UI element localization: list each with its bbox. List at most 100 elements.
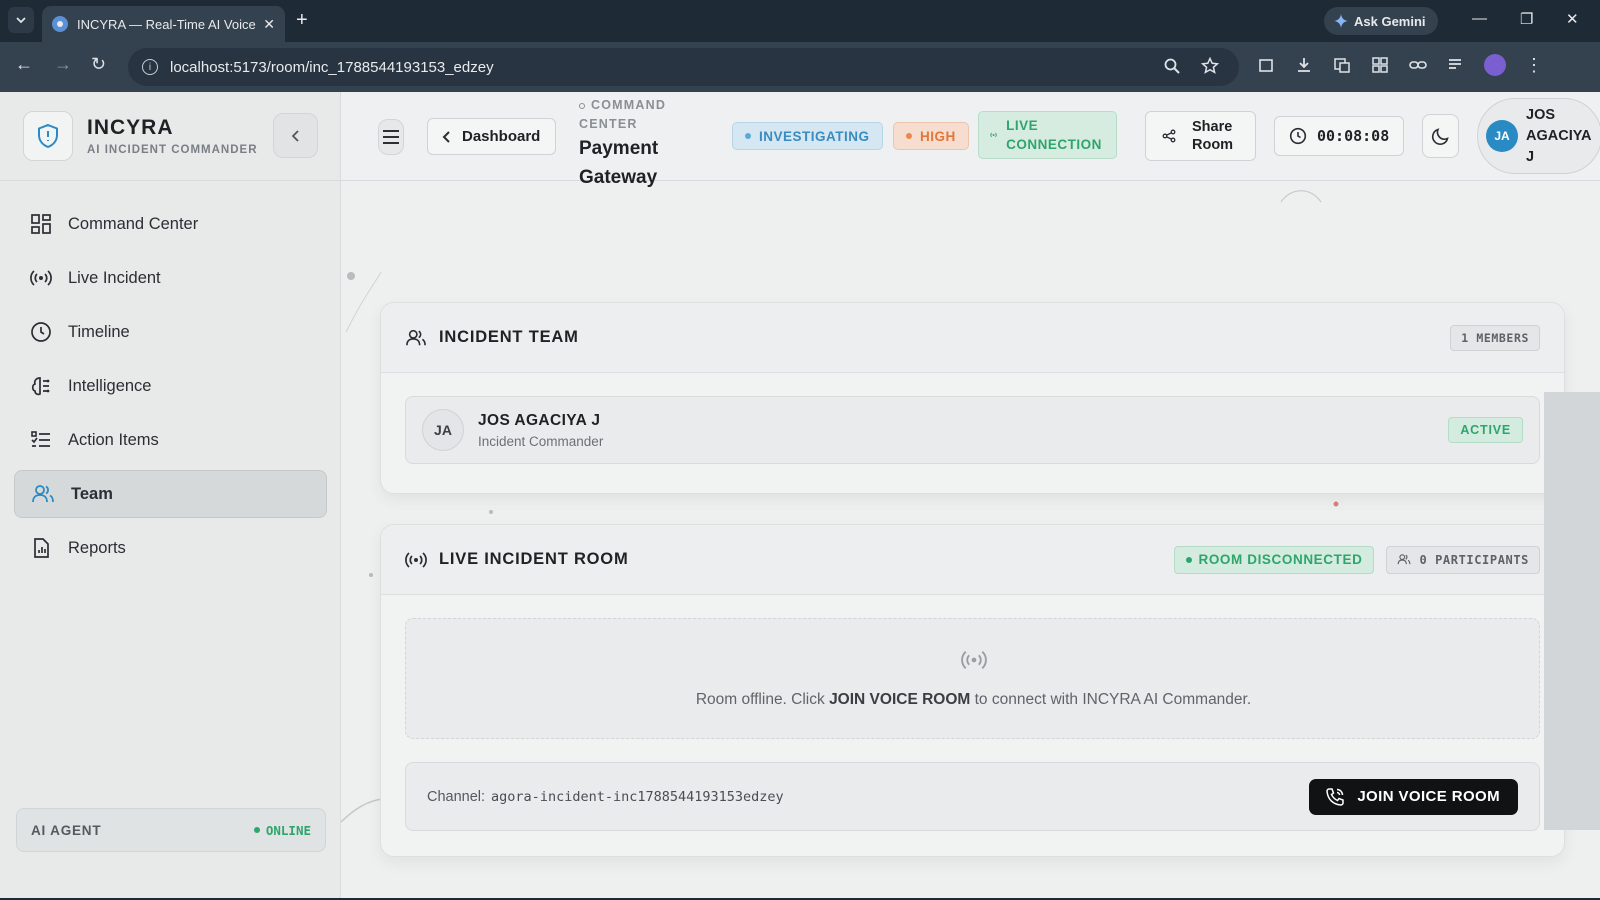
room-status-badge: ROOM DISCONNECTED [1174,545,1375,574]
checklist-icon [31,431,50,447]
close-tab-icon[interactable]: ✕ [263,16,275,33]
room-status-text: ROOM DISCONNECTED [1198,552,1363,567]
extensions-toolbar: ⋮ [1256,54,1544,76]
participants-badge: 0 PARTICIPANTS [1386,545,1540,574]
severity-pill: HIGH [893,122,969,150]
sidebar-item-team[interactable]: Team [14,470,327,518]
share-room-button[interactable]: Share Room [1145,111,1256,161]
join-voice-room-button[interactable]: JOIN VOICE ROOM [1309,778,1518,815]
participants-text: 0 PARTICIPANTS [1419,552,1529,567]
live-incident-room-card: LIVE INCIDENT ROOM ROOM DISCONNECTED 0 P… [380,524,1565,857]
apps-grid-icon[interactable] [1370,55,1390,75]
incident-team-header: INCIDENT TEAM 1 MEMBERS [381,303,1564,373]
gemini-sparkle-icon [1334,14,1348,28]
bookmark-star-icon[interactable] [1201,57,1219,75]
users-icon [1398,554,1411,565]
offline-suffix: to connect with INCYRA AI Commander. [970,691,1252,708]
forward-icon[interactable]: → [54,54,72,75]
app-root: INCYRA AI INCIDENT COMMANDER Command Cen… [0,92,1600,898]
download-icon[interactable] [1294,55,1314,75]
sidebar-item-label: Timeline [68,322,130,341]
member-role: Incident Commander [478,433,604,449]
brand-name: INCYRA [87,116,174,139]
broadcast-icon [990,132,997,138]
restore-icon[interactable]: ❐ [1520,10,1533,28]
user-menu[interactable]: JA JOS AGACIYA J [1477,98,1600,174]
channel-label: Channel: [427,788,486,805]
chevron-left-icon [442,130,450,143]
brand-header: INCYRA AI INCIDENT COMMANDER [0,92,341,181]
collapse-sidebar-button[interactable] [273,113,318,158]
theme-toggle-button[interactable] [1422,114,1459,158]
share-room-label: Share Room [1192,119,1234,153]
broadcast-icon [405,551,427,568]
clock-icon [31,322,51,342]
browser-tab-bar: INCYRA — Real-Time AI Voice I ✕ + Ask Ge… [0,0,1600,42]
zoom-icon[interactable] [1163,57,1181,75]
sidebar-item-label: Team [71,484,113,503]
main-content: INCIDENT TEAM 1 MEMBERS JA JOS AGACIYA J… [341,182,1600,898]
timer-value: 00:08:08 [1317,127,1390,145]
members-count-badge: 1 MEMBERS [1450,324,1540,351]
ai-agent-status-panel: AI AGENT ONLINE [16,808,326,852]
sidebar-item-intelligence[interactable]: Intelligence [14,362,327,410]
online-dot-icon [253,827,260,833]
status-dot-icon [745,133,751,139]
share-icon [1162,129,1176,143]
sidebar-item-reports[interactable]: Reports [14,524,327,572]
channel-value: agora-incident-inc1788544193153edzey [491,788,784,805]
dashboard-button[interactable]: Dashboard [427,118,556,155]
new-tab-button[interactable]: + [296,9,308,32]
live-incident-room-header: LIVE INCIDENT ROOM ROOM DISCONNECTED 0 P… [381,525,1564,595]
menu-button[interactable] [378,119,404,155]
member-info: JOS AGACIYA J Incident Commander [478,412,603,449]
site-info-icon[interactable]: i [142,59,158,75]
translate-icon[interactable] [1332,55,1352,75]
sidebar: INCYRA AI INCIDENT COMMANDER Command Cen… [0,92,341,898]
clock-icon [1289,127,1307,145]
media-queue-icon[interactable] [1446,55,1466,75]
broadcast-icon [961,651,987,669]
status-pill-investigating: INVESTIGATING [732,122,883,150]
incident-team-card: INCIDENT TEAM 1 MEMBERS JA JOS AGACIYA J… [380,302,1565,494]
right-side-panel-edge [1544,392,1600,830]
channel-row: Channel: agora-incident-inc1788544193153… [405,762,1540,831]
brand-subtitle: AI INCIDENT COMMANDER [87,144,258,156]
avatar: JA [422,409,464,451]
ai-agent-status: ONLINE [253,823,311,838]
tab-search-button[interactable] [8,7,34,33]
sidebar-item-label: Reports [68,538,126,557]
ask-gemini-button[interactable]: Ask Gemini [1324,7,1438,35]
list-item[interactable]: JA JOS AGACIYA J Incident Commander ACTI… [405,396,1540,464]
sidebar-item-live-incident[interactable]: Live Incident [14,254,327,302]
profile-avatar-icon[interactable] [1484,54,1506,76]
sidebar-item-timeline[interactable]: Timeline [14,308,327,356]
severity-dot-icon [906,133,912,139]
sidebar-item-command-center[interactable]: Command Center [14,200,327,248]
incident-timer: 00:08:08 [1274,116,1404,156]
ai-agent-label: AI AGENT [31,822,102,838]
section-label-text: COMMAND CENTER [579,98,667,131]
reload-icon[interactable]: ↻ [91,54,106,75]
section-label: COMMAND CENTER [579,96,699,134]
extensions-icon[interactable] [1256,55,1276,75]
more-menu-icon[interactable]: ⋮ [1524,55,1544,75]
back-icon[interactable]: ← [15,54,33,75]
status-dot-icon [579,102,585,109]
connection-label: LIVE CONNECTION [1006,118,1102,152]
room-offline-panel: Room offline. Click JOIN VOICE ROOM to c… [405,618,1540,739]
url-text[interactable]: localhost:5173/room/inc_1788544193153_ed… [170,59,494,76]
link-icon[interactable] [1408,55,1428,75]
status-label: INVESTIGATING [759,128,870,144]
sidebar-item-action-items[interactable]: Action Items [14,416,327,464]
favicon-icon [52,16,68,32]
phone-icon [1326,787,1345,806]
browser-tab[interactable]: INCYRA — Real-Time AI Voice I ✕ [42,6,285,42]
top-header: Dashboard COMMAND CENTER Payment Gateway… [341,92,1600,188]
minimize-icon[interactable]: — [1472,10,1487,27]
close-window-icon[interactable]: ✕ [1566,10,1579,28]
address-bar: ← → ↻ i localhost:5173/room/inc_17885441… [0,42,1600,92]
omnibox[interactable]: i localhost:5173/room/inc_1788544193153_… [128,48,1239,86]
member-name: JOS AGACIYA J [478,411,601,429]
status-badge: ACTIVE [1448,417,1523,443]
